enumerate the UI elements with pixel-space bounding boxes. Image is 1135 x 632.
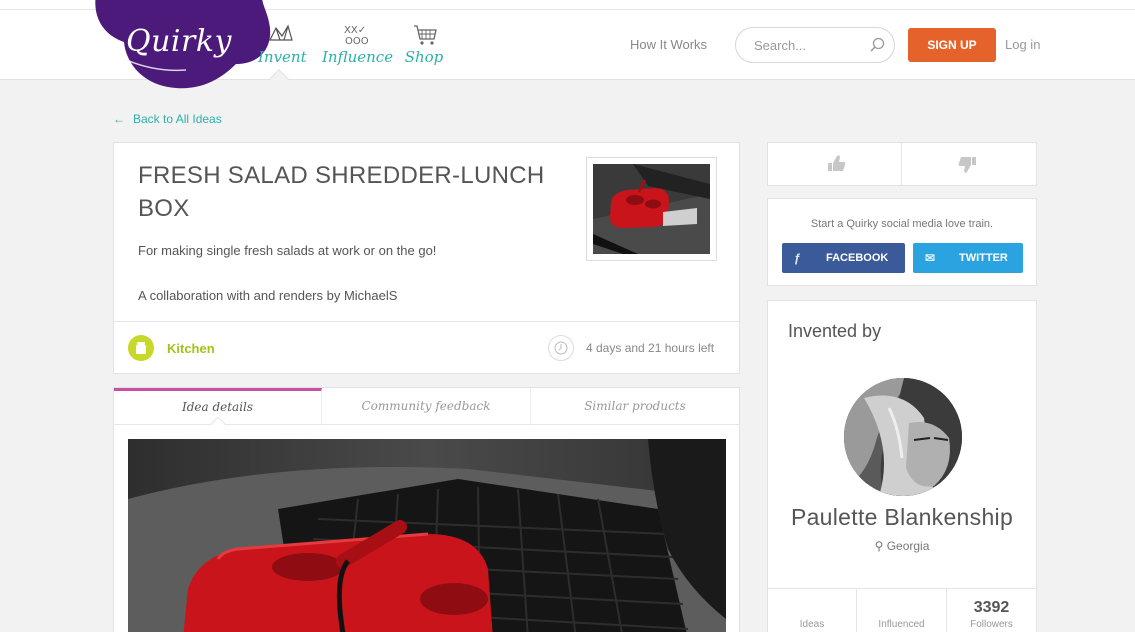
idea-card: FRESH SALAD SHREDDER-LUNCH BOX For makin… [113,142,740,374]
social-prompt: Start a Quirky social media love train. [810,218,994,230]
stat-ideas-value [768,599,856,617]
stat-followers-value: 3392 [973,599,1010,616]
search-input[interactable] [754,36,864,54]
category-label[interactable]: Kitchen [167,341,215,356]
vote-up-button[interactable] [768,143,902,185]
login-link[interactable]: Log in [1005,37,1040,52]
logo-text: Quirky [126,24,232,59]
tab-community-feedback[interactable]: Community feedback [322,388,531,425]
thumbnail-render [593,164,710,254]
tab-similar-products[interactable]: Similar products [531,388,739,425]
stat-influenced[interactable]: Influenced [857,589,947,632]
facebook-icon: ƒ [794,251,801,265]
shopping-cart-icon [414,25,437,45]
idea-render-image[interactable] [128,439,726,632]
twitter-icon: ✉ [925,251,936,265]
tab-bar: Idea details Community feedback Similar … [114,388,739,425]
avatar[interactable] [844,378,962,496]
idea-tabs-card: Idea details Community feedback Similar … [113,387,740,632]
idea-footer: Kitchen 4 days and 21 hours left [114,321,739,374]
stat-ideas-label: Ideas [799,619,825,630]
stat-followers-label: Followers [970,619,1013,630]
search-icon[interactable] [868,36,886,54]
idea-description: For making single fresh salads at work o… [138,243,437,258]
nav-invent-label: Invent [258,48,307,66]
social-share-card: Start a Quirky social media love train. … [767,198,1037,286]
inventor-location: ⚲ Georgia [768,539,1036,553]
nav-invent[interactable]: Invent [258,22,307,66]
idea-thumbnail[interactable] [586,157,717,261]
idea-title: FRESH SALAD SHREDDER-LUNCH BOX [138,162,545,222]
signup-button[interactable]: SIGN UP [908,28,996,62]
stat-ideas[interactable]: Ideas [768,589,857,632]
left-arrow-icon: ← [113,112,125,126]
stat-influenced-label: Influenced [878,619,925,630]
inventor-location-label: Georgia [886,539,930,553]
facebook-label: FACEBOOK [826,252,889,264]
inventor-stats: Ideas Influenced 3392 Followers [768,588,1036,632]
time-left: 4 days and 21 hours left [586,341,715,355]
vote-down-button[interactable] [902,143,1036,185]
twitter-share-button[interactable]: ✉ TWITTER [913,243,1023,273]
nav-influence-label: Influence [322,48,394,66]
stat-influenced-value [857,599,946,617]
idea-collaboration: A collaboration with and renders by Mich… [138,288,398,303]
nav-influence[interactable]: XX✓ OOO Influence [322,22,394,66]
stat-followers[interactable]: 3392 Followers [947,589,1036,632]
thumbs-up-icon [828,155,846,171]
facebook-share-button[interactable]: ƒ FACEBOOK [782,243,905,273]
search-box[interactable] [735,27,895,63]
invented-by-heading: Invented by [788,321,882,341]
clock-icon [548,335,574,361]
pin-icon: ⚲ [874,539,887,553]
svg-text:XX✓: XX✓ [344,25,366,36]
back-to-ideas-link[interactable]: ← Back to All Ideas [113,112,222,126]
nav-shop-label: Shop [404,48,444,66]
inventor-card: Invented by Paulette Blankenship ⚲ Georg… [767,300,1037,632]
twitter-label: TWITTER [959,252,1008,264]
thumbs-down-icon [958,157,976,173]
inventor-name[interactable]: Paulette Blankenship [768,504,1036,531]
vote-marks-icon: XX✓ OOO [344,25,369,47]
nav-shop[interactable]: Shop [402,22,446,66]
svg-text:OOO: OOO [345,36,369,47]
how-it-works-link[interactable]: How It Works [630,37,707,52]
kitchen-icon[interactable] [128,335,154,361]
back-link-label: Back to All Ideas [133,112,222,126]
vote-card [767,142,1037,186]
origami-bird-icon [269,24,293,41]
